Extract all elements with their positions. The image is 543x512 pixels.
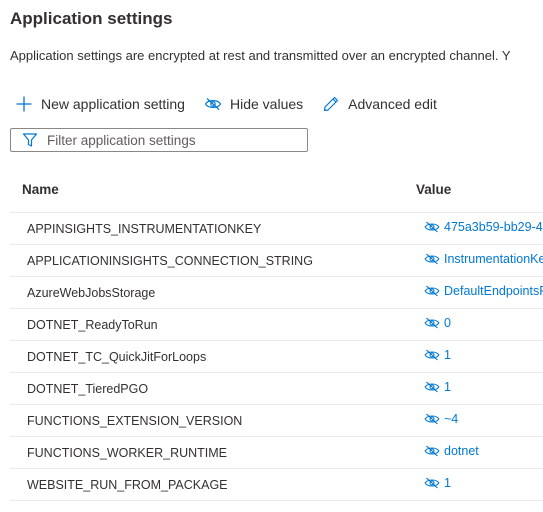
command-bar: New application setting Hide values Adva… [10,92,437,116]
setting-value: dotnet [444,444,479,458]
table-row[interactable]: FUNCTIONS_EXTENSION_VERSION ~4 [10,404,543,436]
eye-hide-icon [424,380,440,394]
table-row[interactable]: DOTNET_ReadyToRun 0 [10,308,543,340]
eye-hide-icon [424,316,440,330]
filter-application-settings-input[interactable] [47,132,297,148]
setting-name: FUNCTIONS_EXTENSION_VERSION [27,414,243,428]
setting-value-link[interactable]: DefaultEndpointsP [424,284,543,298]
filter-box [10,128,308,152]
setting-name: FUNCTIONS_WORKER_RUNTIME [27,446,228,460]
setting-name: DOTNET_TieredPGO [27,382,149,396]
setting-value-link[interactable]: 1 [424,348,451,362]
setting-name: APPLICATIONINSIGHTS_CONNECTION_STRING [27,254,313,268]
table-row[interactable]: WEBSITE_RUN_FROM_PACKAGE 1 [10,468,543,501]
setting-value-link[interactable]: 1 [424,380,451,394]
setting-value: DefaultEndpointsP [444,284,543,298]
setting-name: APPINSIGHTS_INSTRUMENTATIONKEY [27,222,262,236]
pencil-icon [321,94,341,114]
setting-value-link[interactable]: 1 [424,476,451,490]
setting-value-link[interactable]: 0 [424,316,451,330]
page-description: Application settings are encrypted at re… [10,48,511,63]
hide-values-button[interactable]: Hide values [203,92,303,116]
eye-hide-icon [424,444,440,458]
table-row[interactable]: APPLICATIONINSIGHTS_CONNECTION_STRING In… [10,244,543,276]
column-header-value[interactable]: Value [416,182,451,197]
setting-value-link[interactable]: ~4 [424,412,458,426]
app-settings-page: Application settings Application setting… [0,0,543,512]
setting-value: ~4 [444,412,459,426]
eye-hide-icon [203,94,223,114]
eye-hide-icon [424,476,440,490]
setting-value: 475a3b59-bb29-44 [444,220,543,234]
eye-hide-icon [424,252,440,266]
plus-icon [14,94,34,114]
table-row[interactable]: APPINSIGHTS_INSTRUMENTATIONKEY 475a3b59-… [10,212,543,244]
setting-value: 0 [444,316,451,330]
eye-hide-icon [424,220,440,234]
setting-value: InstrumentationKey [444,252,543,266]
advanced-edit-label: Advanced edit [348,96,437,112]
table-row[interactable]: DOTNET_TC_QuickJitForLoops 1 [10,340,543,372]
setting-name: AzureWebJobsStorage [27,286,156,300]
hide-values-label: Hide values [229,96,304,112]
new-application-setting-label: New application setting [41,96,185,112]
setting-name: WEBSITE_RUN_FROM_PACKAGE [27,478,228,492]
settings-table: APPINSIGHTS_INSTRUMENTATIONKEY 475a3b59-… [10,212,543,501]
setting-value-link[interactable]: InstrumentationKey [424,252,543,266]
new-application-setting-button[interactable]: New application setting [14,92,185,116]
setting-value: 1 [444,348,451,362]
setting-value: 1 [444,476,451,490]
page-title: Application settings [10,9,173,28]
setting-value-link[interactable]: dotnet [424,444,479,458]
advanced-edit-button[interactable]: Advanced edit [321,92,437,116]
column-header-name[interactable]: Name [22,182,59,197]
eye-hide-icon [424,348,440,362]
table-row[interactable]: FUNCTIONS_WORKER_RUNTIME dotnet [10,436,543,468]
table-row[interactable]: AzureWebJobsStorage DefaultEndpointsP [10,276,543,308]
setting-name: DOTNET_TC_QuickJitForLoops [27,350,207,364]
eye-hide-icon [424,284,440,298]
setting-name: DOTNET_ReadyToRun [27,318,158,332]
setting-value: 1 [444,380,451,394]
table-row[interactable]: DOTNET_TieredPGO 1 [10,372,543,404]
setting-value-link[interactable]: 475a3b59-bb29-44 [424,220,543,234]
funnel-icon [22,132,38,148]
eye-hide-icon [424,412,440,426]
